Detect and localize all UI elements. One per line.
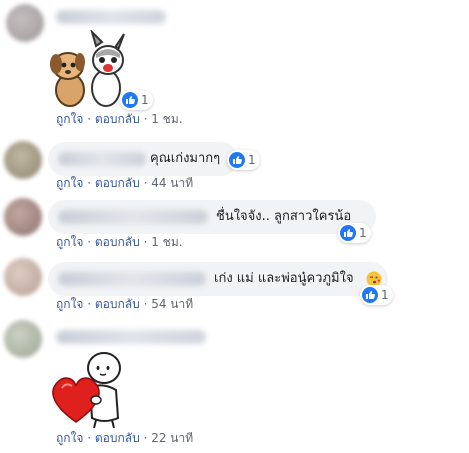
reply-link[interactable]: ตอบกลับ bbox=[95, 297, 140, 311]
timestamp[interactable]: 22 นาที bbox=[151, 431, 193, 445]
comment-text: ชื่นใจจัง.. ลูกสาวใครน้อ bbox=[216, 209, 352, 224]
separator: · bbox=[87, 297, 95, 311]
comment-bubble[interactable]: เก่ง แม่ และพ่อนู๋ควภูมิใจ bbox=[48, 262, 388, 296]
comment-actions: ถูกใจ · ตอบกลับ · 44 นาที bbox=[56, 176, 193, 190]
reaction-count-label: 1 bbox=[359, 226, 367, 240]
comment-actions: ถูกใจ · ตอบกลับ · 1 ชม. bbox=[56, 235, 183, 249]
avatar[interactable] bbox=[6, 4, 44, 42]
like-link[interactable]: ถูกใจ bbox=[56, 235, 83, 249]
reply-link[interactable]: ตอบกลับ bbox=[95, 176, 140, 190]
author-name[interactable] bbox=[56, 10, 166, 24]
author-name[interactable] bbox=[58, 272, 206, 286]
like-link[interactable]: ถูกใจ bbox=[56, 112, 83, 126]
reaction-count[interactable]: 1 bbox=[227, 150, 260, 170]
like-icon bbox=[362, 287, 378, 303]
like-icon bbox=[229, 152, 245, 168]
reaction-count[interactable]: 1 bbox=[120, 90, 153, 110]
comment-text: คุณเก่งมากๆ bbox=[150, 151, 221, 166]
like-icon bbox=[340, 225, 356, 241]
avatar[interactable] bbox=[4, 320, 42, 358]
timestamp[interactable]: 1 ชม. bbox=[151, 235, 182, 249]
reaction-count-label: 1 bbox=[248, 153, 256, 167]
timestamp[interactable]: 54 นาที bbox=[151, 297, 193, 311]
author-name[interactable] bbox=[58, 210, 208, 224]
avatar[interactable] bbox=[4, 198, 42, 236]
author-name[interactable] bbox=[56, 330, 206, 344]
like-link[interactable]: ถูกใจ bbox=[56, 431, 83, 445]
separator: · bbox=[87, 235, 95, 249]
reply-link[interactable]: ตอบกลับ bbox=[95, 431, 140, 445]
avatar[interactable] bbox=[4, 258, 42, 296]
like-link[interactable]: ถูกใจ bbox=[56, 176, 83, 190]
heart-hug-sticker-icon bbox=[52, 352, 121, 429]
comment-actions: ถูกใจ · ตอบกลับ · 54 นาที bbox=[56, 297, 193, 311]
like-link[interactable]: ถูกใจ bbox=[56, 297, 83, 311]
separator: · bbox=[87, 112, 95, 126]
comment-bubble[interactable]: คุณเก่งมากๆ bbox=[48, 142, 238, 176]
reply-link[interactable]: ตอบกลับ bbox=[95, 235, 140, 249]
author-name[interactable] bbox=[58, 152, 146, 166]
separator: · bbox=[87, 431, 95, 445]
comment-actions: ถูกใจ · ตอบกลับ · 1 ชม. bbox=[56, 112, 183, 126]
reaction-count[interactable]: 1 bbox=[338, 223, 371, 243]
timestamp[interactable]: 44 นาที bbox=[151, 176, 193, 190]
comment-text: เก่ง แม่ และพ่อนู๋ควภูมิใจ bbox=[214, 271, 354, 286]
avatar[interactable] bbox=[4, 141, 42, 179]
separator: · bbox=[87, 176, 95, 190]
like-icon bbox=[122, 92, 138, 108]
comment-bubble[interactable]: ชื่นใจจัง.. ลูกสาวใครน้อ bbox=[48, 200, 376, 234]
reaction-count[interactable]: 1 bbox=[360, 285, 393, 305]
timestamp[interactable]: 1 ชม. bbox=[151, 112, 182, 126]
comment-actions: ถูกใจ · ตอบกลับ · 22 นาที bbox=[56, 431, 193, 445]
reply-link[interactable]: ตอบกลับ bbox=[95, 112, 140, 126]
reaction-count-label: 1 bbox=[381, 288, 389, 302]
reaction-count-label: 1 bbox=[141, 93, 149, 107]
